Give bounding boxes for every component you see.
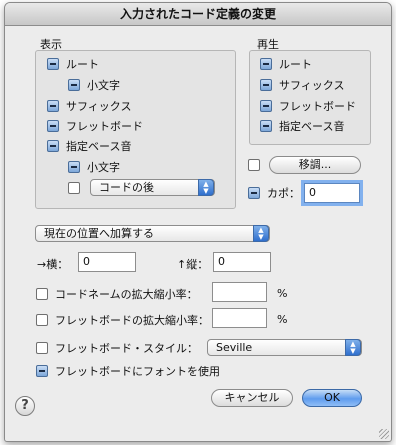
bass-position-value: コードの後 [99,181,154,194]
popup-arrows-icon: ▲ ▼ [198,179,214,196]
checkbox-box [68,182,80,194]
dialog-window: 入力されたコード定義の変更 表示 ルート 小文字 サフィックス フレットボード … [4,2,392,442]
playback-bass-label: 指定ベース音 [279,120,345,133]
display-lowercase-label: 小文字 [87,79,120,92]
fretboard-scale-input[interactable] [212,308,267,328]
playback-bass-checkbox[interactable]: 指定ベース音 [260,118,344,134]
checkbox-box [68,79,80,91]
vertical-offset-label: ↑縦： [177,258,209,271]
help-button[interactable]: ? [15,396,35,416]
checkbox-box [260,100,272,112]
display-bass-lowercase-label: 小文字 [87,161,120,174]
checkbox-box [260,58,272,70]
horizontal-offset-label: →横： [37,258,69,271]
resize-grip-icon[interactable] [379,429,389,439]
position-mode-popup[interactable]: 現在の位置へ加算する ▲ ▼ [35,225,270,242]
playback-fretboard-checkbox[interactable]: フレットボード [260,98,356,114]
position-mode-value: 現在の位置へ加算する [44,227,154,240]
fretboard-style-value: Seville [216,341,253,354]
display-bass-lowercase-checkbox[interactable]: 小文字 [68,159,120,175]
chord-name-scale-label: コードネームの拡大縮小率： [55,288,198,301]
display-lowercase-checkbox[interactable]: 小文字 [68,77,120,93]
horizontal-offset-input[interactable]: 0 [78,252,136,272]
chord-name-scale-unit: % [277,287,288,300]
capo-checkbox[interactable]: カポ： [248,185,300,201]
vertical-offset-input[interactable]: 0 [213,252,271,272]
checkbox-box [47,58,59,70]
transpose-button[interactable]: 移調... [269,156,361,174]
chord-name-scale-input[interactable] [212,282,267,302]
checkbox-box [36,288,48,300]
fretboard-style-label: フレットボード・スタイル： [55,342,198,355]
checkbox-box [47,120,59,132]
checkbox-box [36,342,48,354]
display-bass-position-checkbox[interactable] [68,180,87,196]
playback-root-label: ルート [279,58,312,71]
checkbox-box [68,161,80,173]
fretboard-scale-checkbox[interactable]: フレットボードの拡大縮小率： [36,312,209,328]
display-fretboard-label: フレットボード [66,120,143,133]
display-bass-label: 指定ベース音 [66,140,132,153]
transpose-checkbox[interactable] [248,157,267,173]
checkbox-box [248,159,260,171]
use-font-checkbox[interactable]: フレットボードにフォントを使用 [36,363,220,379]
display-suffix-checkbox[interactable]: サフィックス [47,98,131,114]
use-font-label: フレットボードにフォントを使用 [55,365,220,378]
display-root-label: ルート [66,58,99,71]
dialog-title: 入力されたコード定義の変更 [5,3,391,26]
fretboard-style-checkbox[interactable]: フレットボード・スタイル： [36,340,198,356]
popup-arrows-icon: ▲ ▼ [253,225,269,242]
playback-fretboard-label: フレットボード [279,100,356,113]
checkbox-box [260,120,272,132]
playback-suffix-checkbox[interactable]: サフィックス [260,77,344,93]
checkbox-box [260,79,272,91]
display-suffix-label: サフィックス [66,100,132,113]
ok-button[interactable]: OK [302,389,362,407]
fretboard-style-popup[interactable]: Seville ▲ ▼ [207,339,362,356]
fretboard-scale-label: フレットボードの拡大縮小率： [55,314,209,327]
fretboard-scale-unit: % [277,313,288,326]
capo-label: カポ： [267,187,300,200]
bass-position-popup[interactable]: コードの後 ▲ ▼ [90,179,215,196]
checkbox-box [47,100,59,112]
display-fretboard-checkbox[interactable]: フレットボード [47,118,143,134]
checkbox-box [36,314,48,326]
chord-name-scale-checkbox[interactable]: コードネームの拡大縮小率： [36,286,198,302]
popup-arrows-icon: ▲ ▼ [345,339,361,356]
playback-suffix-label: サフィックス [279,79,345,92]
display-root-checkbox[interactable]: ルート [47,56,99,72]
checkbox-box [36,365,48,377]
capo-input[interactable]: 0 [304,183,360,203]
playback-root-checkbox[interactable]: ルート [260,56,312,72]
checkbox-box [248,187,260,199]
cancel-button[interactable]: キャンセル [211,389,293,407]
display-bass-checkbox[interactable]: 指定ベース音 [47,138,131,154]
checkbox-box [47,140,59,152]
